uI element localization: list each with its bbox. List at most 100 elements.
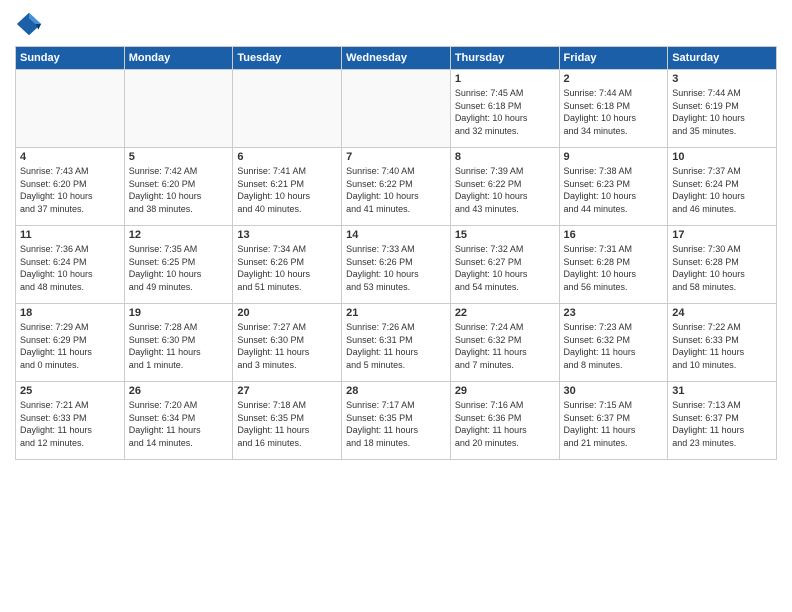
day-number: 21 <box>346 307 446 319</box>
calendar-cell-1-6: 10 Sunrise: 7:37 AM Sunset: 6:24 PM Dayli… <box>668 148 777 226</box>
calendar-cell-0-6: 3 Sunrise: 7:44 AM Sunset: 6:19 PM Daylig… <box>668 70 777 148</box>
cell-text: Sunrise: 7:18 AM Sunset: 6:35 PM Dayligh… <box>237 399 337 449</box>
calendar-row-4: 25 Sunrise: 7:21 AM Sunset: 6:33 PM Dayli… <box>16 382 777 460</box>
cell-text: Sunrise: 7:33 AM Sunset: 6:26 PM Dayligh… <box>346 243 446 293</box>
calendar-cell-4-6: 31 Sunrise: 7:13 AM Sunset: 6:37 PM Dayli… <box>668 382 777 460</box>
cell-text: Sunrise: 7:20 AM Sunset: 6:34 PM Dayligh… <box>129 399 229 449</box>
cell-text: Sunrise: 7:13 AM Sunset: 6:37 PM Dayligh… <box>672 399 772 449</box>
day-number: 26 <box>129 385 229 397</box>
day-number: 17 <box>672 229 772 241</box>
day-number: 1 <box>455 73 555 85</box>
cell-text: Sunrise: 7:44 AM Sunset: 6:19 PM Dayligh… <box>672 87 772 137</box>
calendar-cell-4-2: 27 Sunrise: 7:18 AM Sunset: 6:35 PM Dayli… <box>233 382 342 460</box>
calendar-cell-1-0: 4 Sunrise: 7:43 AM Sunset: 6:20 PM Daylig… <box>16 148 125 226</box>
cell-text: Sunrise: 7:35 AM Sunset: 6:25 PM Dayligh… <box>129 243 229 293</box>
cell-text: Sunrise: 7:26 AM Sunset: 6:31 PM Dayligh… <box>346 321 446 371</box>
calendar-row-3: 18Sunrise: 7:29 AM Sunset: 6:29 PM Dayli… <box>16 304 777 382</box>
calendar-cell-1-3: 7 Sunrise: 7:40 AM Sunset: 6:22 PM Daylig… <box>342 148 451 226</box>
calendar-cell-3-1: 19 Sunrise: 7:28 AM Sunset: 6:30 PM Dayli… <box>124 304 233 382</box>
calendar-row-2: 11Sunrise: 7:36 AM Sunset: 6:24 PM Dayli… <box>16 226 777 304</box>
cell-text: Sunrise: 7:17 AM Sunset: 6:35 PM Dayligh… <box>346 399 446 449</box>
day-number: 10 <box>672 151 772 163</box>
cell-text: Sunrise: 7:21 AM Sunset: 6:33 PM Dayligh… <box>20 399 120 449</box>
weekday-header-wednesday: Wednesday <box>342 47 451 70</box>
day-number: 16 <box>564 229 664 241</box>
cell-text: Sunrise: 7:41 AM Sunset: 6:21 PM Dayligh… <box>237 165 337 215</box>
day-number: 31 <box>672 385 772 397</box>
cell-text: Sunrise: 7:38 AM Sunset: 6:23 PM Dayligh… <box>564 165 664 215</box>
calendar-cell-2-3: 14Sunrise: 7:33 AM Sunset: 6:26 PM Dayli… <box>342 226 451 304</box>
calendar-cell-3-6: 24 Sunrise: 7:22 AM Sunset: 6:33 PM Dayli… <box>668 304 777 382</box>
day-number: 25 <box>20 385 120 397</box>
cell-text: Sunrise: 7:43 AM Sunset: 6:20 PM Dayligh… <box>20 165 120 215</box>
cell-text: Sunrise: 7:44 AM Sunset: 6:18 PM Dayligh… <box>564 87 664 137</box>
calendar-cell-1-5: 9 Sunrise: 7:38 AM Sunset: 6:23 PM Daylig… <box>559 148 668 226</box>
calendar-cell-1-2: 6Sunrise: 7:41 AM Sunset: 6:21 PM Daylig… <box>233 148 342 226</box>
day-number: 9 <box>564 151 664 163</box>
calendar-row-1: 4 Sunrise: 7:43 AM Sunset: 6:20 PM Daylig… <box>16 148 777 226</box>
cell-text: Sunrise: 7:28 AM Sunset: 6:30 PM Dayligh… <box>129 321 229 371</box>
day-number: 11 <box>20 229 120 241</box>
day-number: 2 <box>564 73 664 85</box>
cell-text: Sunrise: 7:45 AM Sunset: 6:18 PM Dayligh… <box>455 87 555 137</box>
calendar-cell-2-1: 12 Sunrise: 7:35 AM Sunset: 6:25 PM Dayli… <box>124 226 233 304</box>
cell-text: Sunrise: 7:37 AM Sunset: 6:24 PM Dayligh… <box>672 165 772 215</box>
day-number: 4 <box>20 151 120 163</box>
weekday-header-saturday: Saturday <box>668 47 777 70</box>
day-number: 7 <box>346 151 446 163</box>
weekday-header-monday: Monday <box>124 47 233 70</box>
weekday-header-tuesday: Tuesday <box>233 47 342 70</box>
day-number: 12 <box>129 229 229 241</box>
cell-text: Sunrise: 7:22 AM Sunset: 6:33 PM Dayligh… <box>672 321 772 371</box>
calendar-cell-4-1: 26 Sunrise: 7:20 AM Sunset: 6:34 PM Dayli… <box>124 382 233 460</box>
calendar-cell-0-0 <box>16 70 125 148</box>
calendar-cell-2-0: 11Sunrise: 7:36 AM Sunset: 6:24 PM Dayli… <box>16 226 125 304</box>
weekday-header-row: SundayMondayTuesdayWednesdayThursdayFrid… <box>16 47 777 70</box>
cell-text: Sunrise: 7:24 AM Sunset: 6:32 PM Dayligh… <box>455 321 555 371</box>
calendar-cell-1-4: 8Sunrise: 7:39 AM Sunset: 6:22 PM Daylig… <box>450 148 559 226</box>
day-number: 13 <box>237 229 337 241</box>
day-number: 15 <box>455 229 555 241</box>
weekday-header-friday: Friday <box>559 47 668 70</box>
logo <box>15 10 47 38</box>
cell-text: Sunrise: 7:31 AM Sunset: 6:28 PM Dayligh… <box>564 243 664 293</box>
day-number: 20 <box>237 307 337 319</box>
calendar-cell-2-6: 17 Sunrise: 7:30 AM Sunset: 6:28 PM Dayli… <box>668 226 777 304</box>
cell-text: Sunrise: 7:23 AM Sunset: 6:32 PM Dayligh… <box>564 321 664 371</box>
day-number: 5 <box>129 151 229 163</box>
cell-text: Sunrise: 7:15 AM Sunset: 6:37 PM Dayligh… <box>564 399 664 449</box>
cell-text: Sunrise: 7:32 AM Sunset: 6:27 PM Dayligh… <box>455 243 555 293</box>
day-number: 28 <box>346 385 446 397</box>
calendar-cell-0-2 <box>233 70 342 148</box>
main-container: SundayMondayTuesdayWednesdayThursdayFrid… <box>0 0 792 465</box>
day-number: 23 <box>564 307 664 319</box>
cell-text: Sunrise: 7:30 AM Sunset: 6:28 PM Dayligh… <box>672 243 772 293</box>
calendar-table: SundayMondayTuesdayWednesdayThursdayFrid… <box>15 46 777 460</box>
weekday-header-thursday: Thursday <box>450 47 559 70</box>
calendar-cell-2-2: 13Sunrise: 7:34 AM Sunset: 6:26 PM Dayli… <box>233 226 342 304</box>
calendar-cell-1-1: 5Sunrise: 7:42 AM Sunset: 6:20 PM Daylig… <box>124 148 233 226</box>
calendar-cell-3-0: 18Sunrise: 7:29 AM Sunset: 6:29 PM Dayli… <box>16 304 125 382</box>
cell-text: Sunrise: 7:39 AM Sunset: 6:22 PM Dayligh… <box>455 165 555 215</box>
weekday-header-sunday: Sunday <box>16 47 125 70</box>
day-number: 24 <box>672 307 772 319</box>
day-number: 30 <box>564 385 664 397</box>
cell-text: Sunrise: 7:16 AM Sunset: 6:36 PM Dayligh… <box>455 399 555 449</box>
cell-text: Sunrise: 7:40 AM Sunset: 6:22 PM Dayligh… <box>346 165 446 215</box>
calendar-cell-4-4: 29 Sunrise: 7:16 AM Sunset: 6:36 PM Dayli… <box>450 382 559 460</box>
calendar-cell-3-5: 23 Sunrise: 7:23 AM Sunset: 6:32 PM Dayli… <box>559 304 668 382</box>
day-number: 22 <box>455 307 555 319</box>
calendar-row-0: 1 Sunrise: 7:45 AM Sunset: 6:18 PM Daylig… <box>16 70 777 148</box>
calendar-cell-2-4: 15 Sunrise: 7:32 AM Sunset: 6:27 PM Dayli… <box>450 226 559 304</box>
calendar-cell-4-3: 28 Sunrise: 7:17 AM Sunset: 6:35 PM Dayli… <box>342 382 451 460</box>
calendar-cell-0-1 <box>124 70 233 148</box>
day-number: 29 <box>455 385 555 397</box>
calendar-cell-0-5: 2 Sunrise: 7:44 AM Sunset: 6:18 PM Daylig… <box>559 70 668 148</box>
calendar-cell-3-2: 20Sunrise: 7:27 AM Sunset: 6:30 PM Dayli… <box>233 304 342 382</box>
day-number: 3 <box>672 73 772 85</box>
calendar-cell-4-5: 30 Sunrise: 7:15 AM Sunset: 6:37 PM Dayli… <box>559 382 668 460</box>
calendar-cell-0-3 <box>342 70 451 148</box>
day-number: 19 <box>129 307 229 319</box>
calendar-cell-2-5: 16 Sunrise: 7:31 AM Sunset: 6:28 PM Dayli… <box>559 226 668 304</box>
day-number: 27 <box>237 385 337 397</box>
